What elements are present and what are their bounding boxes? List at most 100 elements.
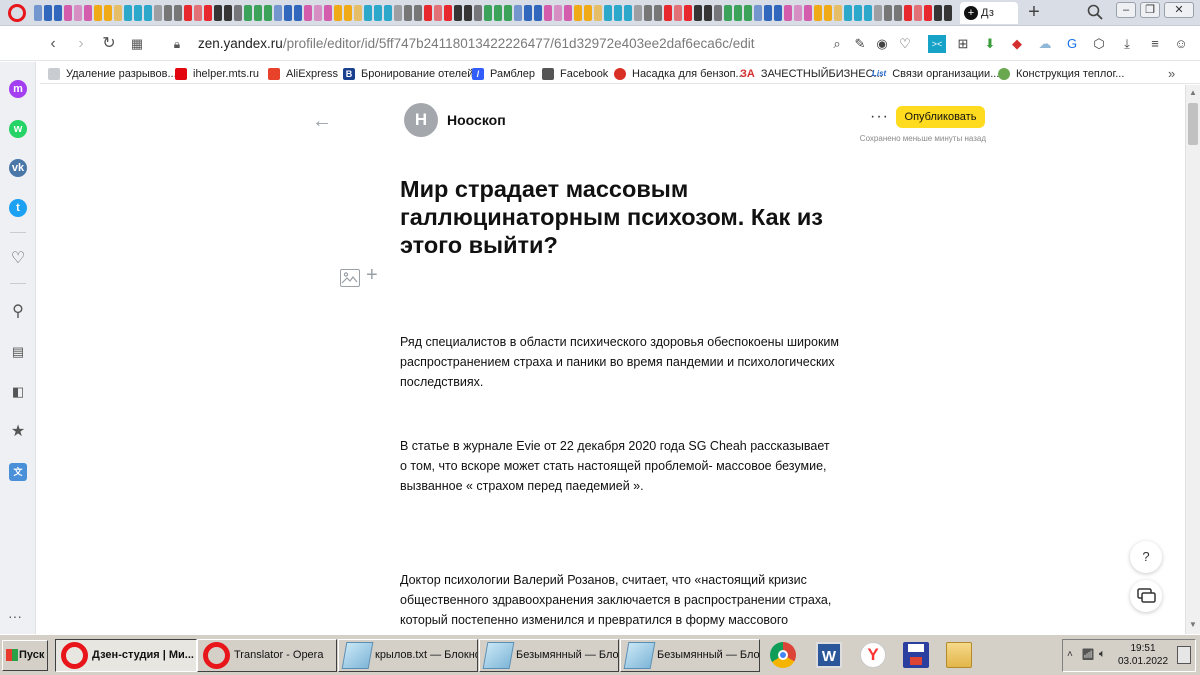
chat-support-button[interactable] [1130,580,1162,612]
pinned-tab[interactable] [314,5,322,21]
pinned-tab[interactable] [684,5,692,21]
vk-icon[interactable]: vk [9,159,27,177]
taskbar-item[interactable]: крылов.txt — Блокнот [338,639,478,672]
pinned-tab[interactable] [434,5,442,21]
sidebar-more-icon[interactable]: ··· [8,608,22,624]
publish-button[interactable]: Опубликовать [896,106,985,128]
help-button[interactable]: ? [1130,541,1162,573]
pinned-tab[interactable] [74,5,82,21]
pinned-tab[interactable] [64,5,72,21]
pinned-tab[interactable] [494,5,502,21]
lightbulb-icon[interactable]: ⚲ [9,303,27,321]
translator-icon[interactable]: 文 [9,463,27,481]
pinned-tab[interactable] [304,5,312,21]
pinned-tab[interactable] [234,5,242,21]
twitter-icon[interactable]: t [9,199,27,217]
translate-icon[interactable]: G [1063,35,1081,53]
speed-dial-icon[interactable]: ▦ [128,35,146,53]
pinned-tab[interactable] [654,5,662,21]
taskbar-item[interactable]: Безымянный — Блок... [479,639,619,672]
pinned-tab[interactable] [214,5,222,21]
pinned-tab[interactable] [174,5,182,21]
pinned-tab[interactable] [564,5,572,21]
taskbar-item[interactable]: Безымянный — Блок... [620,639,760,672]
volume-icon[interactable]: 🔈︎ [1099,648,1106,661]
windows-extension-icon[interactable]: ⊞ [954,35,972,53]
pinned-tab[interactable] [744,5,752,21]
pinned-tab[interactable] [594,5,602,21]
pinned-tab[interactable] [334,5,342,21]
pinned-tab[interactable] [634,5,642,21]
pinned-tab[interactable] [114,5,122,21]
back-arrow-icon[interactable]: ← [312,110,332,133]
taskbar-item[interactable]: Дзен-студия | Ми... [55,639,197,672]
pinned-tab[interactable] [474,5,482,21]
bookmark-item[interactable]: / Рамблер [472,66,535,81]
add-block-icon[interactable]: + [366,264,378,287]
bookmark-item[interactable]: Насадка для бензоп... [614,66,745,81]
tray-expand-icon[interactable]: ˄ [1067,649,1073,660]
minimize-button[interactable]: – [1116,2,1136,18]
save-disk-icon[interactable] [903,642,929,668]
bookmark-item[interactable]: Удаление разрывов... [48,66,177,81]
pinned-tab[interactable] [914,5,922,21]
heart-icon[interactable]: ♡ [896,35,914,53]
pinned-tab[interactable] [544,5,552,21]
pinned-tab[interactable] [134,5,142,21]
pinned-tab[interactable] [404,5,412,21]
pinned-tab[interactable] [164,5,172,21]
pinned-tab[interactable] [814,5,822,21]
downloads-icon[interactable]: ⤓ [1118,35,1136,53]
pinned-tab[interactable] [804,5,812,21]
bookmark-item[interactable]: ihelper.mts.ru [175,66,259,81]
bookmark-item[interactable]: B Бронирование отелей [343,66,473,81]
cloud-extension-icon[interactable]: ☁ [1036,35,1054,53]
pinned-tab[interactable] [144,5,152,21]
pinned-tab[interactable] [414,5,422,21]
article-paragraph[interactable]: Ряд специалистов в области психического … [400,332,840,392]
pinned-tab[interactable] [894,5,902,21]
channel-name[interactable]: Нооскоп [447,112,506,128]
pinned-tab[interactable] [194,5,202,21]
bookmarks-more-button[interactable]: » [1168,66,1175,81]
pinned-tab[interactable] [844,5,852,21]
pinned-tab[interactable] [394,5,402,21]
pinned-tab[interactable] [884,5,892,21]
pinned-tab[interactable] [904,5,912,21]
pinned-tab[interactable] [674,5,682,21]
pinned-tab[interactable] [254,5,262,21]
pinned-tab[interactable] [374,5,382,21]
restore-button[interactable]: ❐ [1140,2,1160,18]
back-icon[interactable]: ‹ [44,35,62,53]
pinned-tab[interactable] [534,5,542,21]
pinned-tab[interactable] [154,5,162,21]
opera-logo-icon[interactable] [8,4,26,22]
pinned-tab[interactable] [514,5,522,21]
tab-search-icon[interactable] [1086,3,1104,21]
bookmarks-star-icon[interactable]: ★ [9,423,27,441]
pinned-tab[interactable] [424,5,432,21]
history-icon[interactable]: ◧ [9,383,27,401]
pinned-tab[interactable] [84,5,92,21]
word-icon[interactable]: W [816,642,842,668]
pinned-tab[interactable] [934,5,942,21]
pinned-tab[interactable] [284,5,292,21]
pinned-tab[interactable] [764,5,772,21]
article-paragraph[interactable]: В статье в журнале Evie от 22 декабря 20… [400,436,840,496]
article-paragraph[interactable]: Доктор психологии Валерий Розанов, счита… [400,570,840,630]
page-scrollbar[interactable]: ▲ ▼ [1185,85,1200,634]
tabs-grid-icon[interactable]: ▤ [9,343,27,361]
image-insert-icon[interactable] [340,269,360,287]
pinned-tab[interactable] [274,5,282,21]
pinned-tab[interactable] [664,5,672,21]
translate-extension-icon[interactable]: >< [928,35,946,53]
search-page-icon[interactable]: ⌕ [828,35,846,53]
pinned-tab[interactable] [874,5,882,21]
bookmark-item[interactable]: List Связи организации... [872,66,999,81]
avatar[interactable]: Н [404,103,438,137]
account-icon[interactable]: ☺ [1172,35,1190,53]
forward-icon[interactable]: › [72,35,90,53]
clock-date[interactable]: 03.01.2022 [1118,656,1168,667]
chrome-icon[interactable] [770,642,796,668]
pinned-tab[interactable] [94,5,102,21]
